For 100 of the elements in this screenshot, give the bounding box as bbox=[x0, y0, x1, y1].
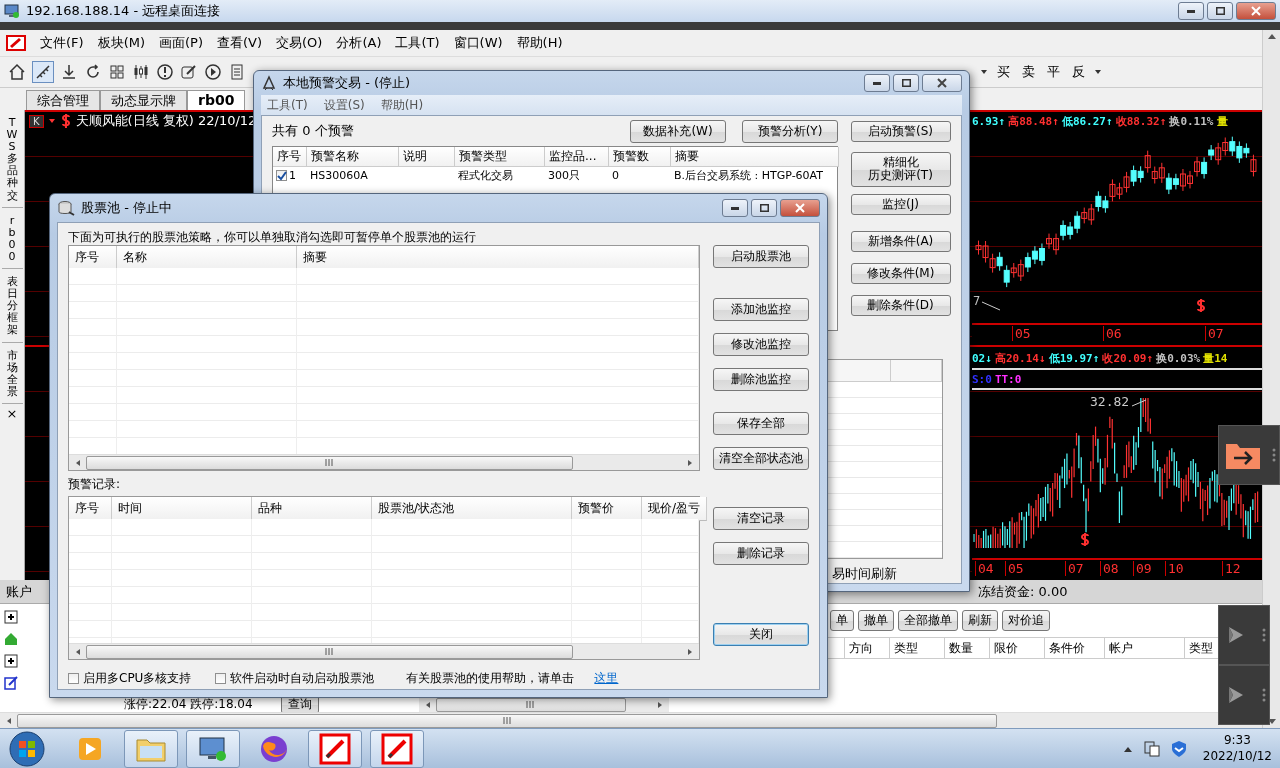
action-button[interactable]: 监控(J) bbox=[850, 193, 951, 215]
column-header: 序号 bbox=[69, 246, 117, 270]
floating-panel-button[interactable] bbox=[1218, 605, 1270, 665]
minimize-button[interactable] bbox=[722, 199, 748, 217]
menu-item[interactable]: 帮助(H) bbox=[516, 34, 563, 52]
column-header: 品种 bbox=[252, 497, 372, 521]
taskbar-button[interactable] bbox=[308, 729, 362, 768]
scroll-thumb[interactable] bbox=[86, 455, 574, 470]
minimize-button[interactable] bbox=[864, 74, 890, 92]
order-button[interactable]: 撤单 bbox=[858, 610, 894, 631]
menu-item[interactable]: 交易(O) bbox=[276, 34, 323, 52]
pool-button[interactable]: 保存全部 bbox=[713, 412, 809, 435]
menu-item[interactable]: 帮助(H) bbox=[380, 96, 424, 114]
pool-button[interactable]: 添加池监控 bbox=[713, 298, 809, 321]
record-button[interactable]: 清空记录 bbox=[713, 507, 809, 530]
scroll-thumb[interactable] bbox=[86, 644, 574, 659]
column-header: 摘要 bbox=[671, 147, 839, 167]
menu-item[interactable]: 工具(T) bbox=[395, 34, 440, 52]
trade-button[interactable]: 平 bbox=[1044, 63, 1063, 81]
help-link[interactable]: 这里 bbox=[594, 670, 619, 687]
order-button[interactable]: 单 bbox=[830, 610, 854, 631]
action-button[interactable]: 启动预警(S) bbox=[850, 121, 951, 143]
alert-bell-icon bbox=[261, 75, 277, 91]
side-tab[interactable]: 表日分框架 bbox=[1, 271, 23, 343]
clock-date: 2022/10/12 bbox=[1202, 748, 1272, 765]
checkbox-label: 启用多CPU多核支持 bbox=[83, 670, 192, 687]
action-button[interactable]: 新增条件(A) bbox=[850, 230, 951, 252]
axis-label: 07 bbox=[1205, 326, 1224, 341]
record-button[interactable]: 删除记录 bbox=[713, 542, 809, 565]
table-cell-text: 0 bbox=[611, 168, 620, 184]
tab[interactable]: 综合管理 bbox=[26, 90, 100, 110]
close-button[interactable] bbox=[922, 74, 962, 92]
database-icon bbox=[57, 200, 75, 216]
menu-item[interactable]: 文件(F) bbox=[40, 34, 84, 52]
horizontal-scrollbar[interactable] bbox=[69, 643, 699, 659]
menu-item[interactable]: 板块(M) bbox=[97, 34, 145, 52]
menu-item[interactable]: 画面(P) bbox=[159, 34, 203, 52]
table-cell-text: 程式化交易 bbox=[457, 168, 514, 184]
taskbar-button[interactable] bbox=[370, 729, 424, 768]
close-button[interactable]: × bbox=[6, 405, 18, 421]
checkbox[interactable] bbox=[215, 673, 227, 684]
trade-button[interactable]: 反 bbox=[1069, 63, 1088, 81]
toolbar-button[interactable]: 预警分析(Y) bbox=[742, 119, 838, 143]
taskbar-button[interactable] bbox=[124, 729, 178, 768]
tab[interactable]: 动态显示牌 bbox=[100, 90, 187, 110]
maximize-button[interactable] bbox=[751, 199, 777, 217]
home-icon bbox=[8, 63, 26, 81]
toolbar-button[interactable]: 数据补充(W) bbox=[630, 119, 726, 143]
menu-item[interactable]: 查看(V) bbox=[217, 34, 263, 52]
price-label: 7 bbox=[973, 294, 981, 308]
trade-button[interactable]: 卖 bbox=[1019, 63, 1038, 81]
checkbox[interactable] bbox=[276, 170, 287, 181]
order-button[interactable]: 刷新 bbox=[962, 610, 998, 631]
minimize-button[interactable] bbox=[1178, 2, 1204, 20]
leader-line bbox=[1131, 399, 1147, 407]
pool-button[interactable]: 启动股票池 bbox=[713, 245, 809, 268]
side-tab[interactable]: TWS多品种交 bbox=[1, 112, 23, 208]
menu-item[interactable]: 设置(S) bbox=[323, 96, 365, 114]
pool-button[interactable]: 修改池监控 bbox=[713, 333, 809, 356]
app-icon bbox=[381, 732, 413, 765]
order-button[interactable]: 对价追 bbox=[1002, 610, 1050, 631]
refresh-note: 易时间刷新 bbox=[832, 565, 898, 583]
menu-item[interactable]: 窗口(W) bbox=[453, 34, 503, 52]
maximize-button[interactable] bbox=[1207, 2, 1233, 20]
caret-icon bbox=[980, 68, 988, 76]
axis-label: 09 bbox=[1133, 561, 1152, 576]
column-header: 数量 bbox=[945, 638, 990, 658]
maximize-button[interactable] bbox=[893, 74, 919, 92]
taskbar-button[interactable] bbox=[186, 729, 240, 768]
pool-button[interactable]: 清空全部状态池 bbox=[713, 447, 809, 470]
trade-button[interactable]: 买 bbox=[994, 63, 1013, 81]
close-button[interactable] bbox=[1236, 2, 1276, 20]
horizontal-scrollbar[interactable] bbox=[69, 454, 699, 470]
grip-icon bbox=[502, 717, 512, 724]
close-button[interactable] bbox=[780, 199, 820, 217]
side-tab[interactable]: rb00 bbox=[1, 209, 23, 270]
menu-item[interactable]: 工具(T) bbox=[267, 96, 308, 114]
panel-title: 账户 bbox=[6, 582, 32, 601]
floating-panel-button[interactable] bbox=[1218, 665, 1270, 725]
action-button[interactable]: 删除条件(D) bbox=[850, 295, 951, 317]
pool-button[interactable]: 删除池监控 bbox=[713, 368, 809, 391]
scroll-thumb[interactable] bbox=[17, 713, 998, 728]
menu-item[interactable]: 分析(A) bbox=[336, 34, 382, 52]
order-button[interactable]: 全部撤单 bbox=[898, 610, 958, 631]
checkbox[interactable] bbox=[68, 673, 79, 684]
column-header: 监控品... bbox=[545, 147, 609, 167]
action-button[interactable]: 修改条件(M) bbox=[850, 262, 951, 285]
horizontal-scrollbar[interactable] bbox=[0, 712, 1262, 728]
tab[interactable]: rb00 bbox=[187, 90, 246, 110]
download-icon bbox=[60, 63, 78, 81]
close-button[interactable]: 关闭 bbox=[713, 623, 809, 646]
quote-value: 换0.03% bbox=[1156, 350, 1201, 366]
side-tab[interactable]: 市场全景 bbox=[1, 344, 23, 404]
window-title: 192.168.188.14 - 远程桌面连接 bbox=[26, 2, 222, 20]
axis-label: 08 bbox=[1100, 561, 1119, 576]
chart-type-button[interactable]: K bbox=[29, 114, 44, 128]
more-icon bbox=[1262, 628, 1266, 642]
action-button[interactable]: 精细化 历史测评(T) bbox=[850, 152, 951, 187]
caret-icon bbox=[47, 117, 56, 125]
floating-panel-button[interactable] bbox=[1218, 425, 1280, 485]
